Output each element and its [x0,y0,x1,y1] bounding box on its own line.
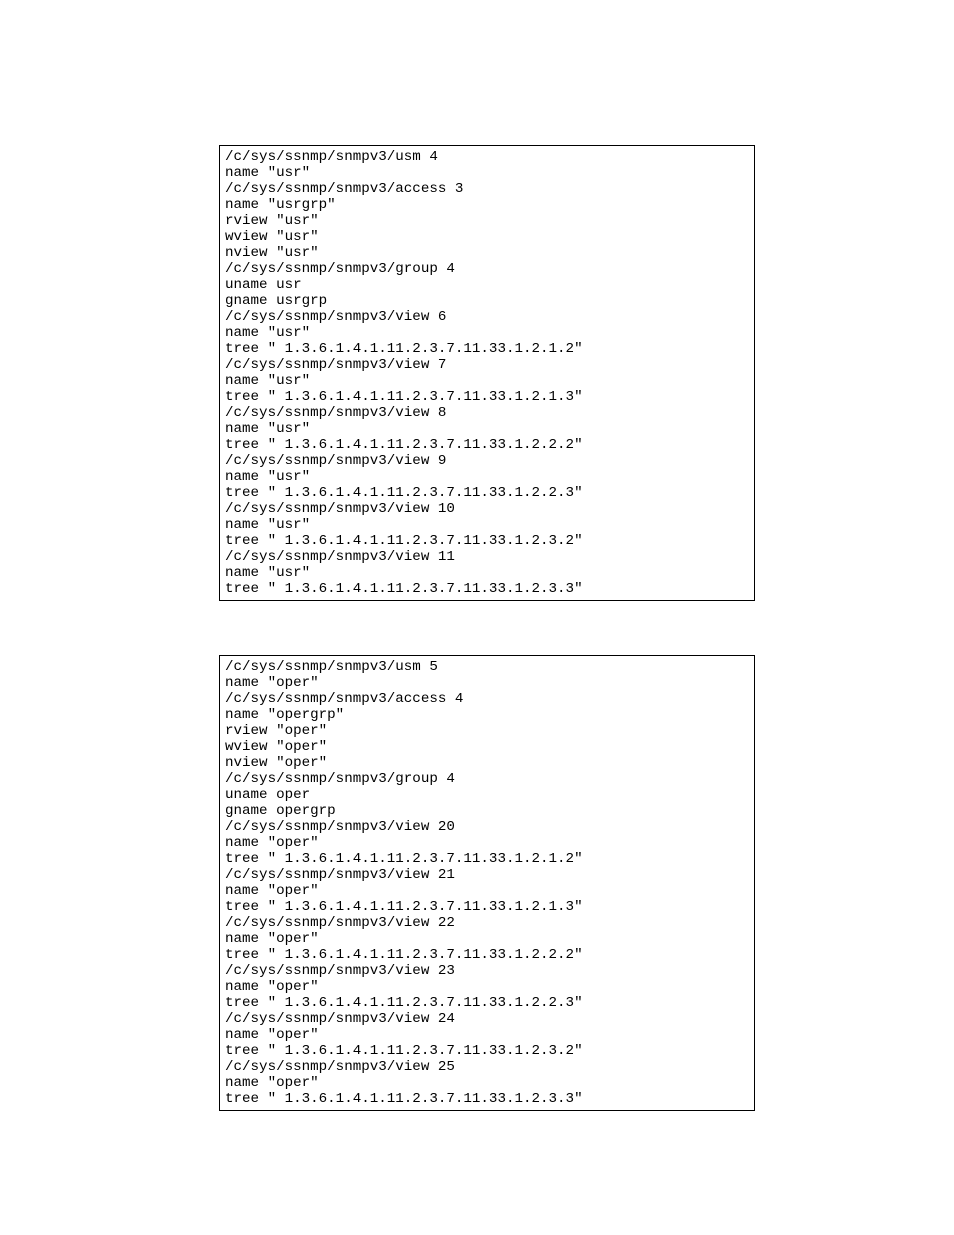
document-page: /c/sys/ssnmp/snmpv3/usm 4 name "usr" /c/… [0,0,954,1235]
code-block-oper: /c/sys/ssnmp/snmpv3/usm 5 name "oper" /c… [219,655,755,1111]
code-block-usr: /c/sys/ssnmp/snmpv3/usm 4 name "usr" /c/… [219,145,755,601]
